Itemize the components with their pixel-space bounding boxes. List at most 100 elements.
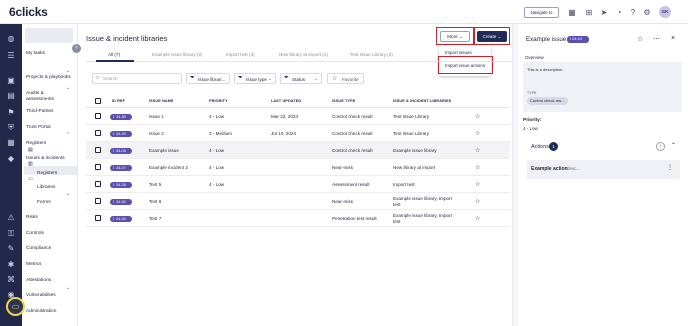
tab-all[interactable]: All (7) (108, 52, 120, 57)
org-selector[interactable] (25, 28, 73, 43)
registers-icon[interactable]: ▦ (5, 138, 17, 148)
compliance-icon[interactable]: ✎ (5, 244, 17, 254)
chevron-down-icon[interactable]: ⌄ (66, 68, 70, 74)
sidebar-item-compliance[interactable]: Compliance (26, 246, 51, 252)
sidebar-item-administration[interactable]: Administration (26, 309, 56, 315)
tasks-icon[interactable]: ☰ (5, 51, 17, 61)
sidebar-item-projects[interactable]: Projects & playbooks (26, 75, 74, 81)
send-icon[interactable]: ➤ (599, 8, 609, 17)
filter-issue-library[interactable]: ⏷ Issue librari... (186, 73, 230, 84)
sidebar-subitem-registers[interactable]: Registers (37, 171, 57, 177)
issue-name[interactable]: Issue 1 (149, 114, 164, 120)
controls-icon[interactable]: ⚿ (5, 229, 17, 239)
tab-example-issue-library[interactable]: Example issue library (2) (152, 52, 203, 57)
issues-icon[interactable]: ◆ (5, 154, 17, 164)
tab-test-issue-library[interactable]: Test Issue Library (2) (350, 52, 393, 57)
column-type[interactable]: ISSUE TYPE (332, 99, 355, 103)
row-checkbox[interactable] (95, 113, 101, 119)
star-icon[interactable]: ☆ (475, 130, 480, 137)
third-parties-icon[interactable]: ⚑ (5, 108, 17, 118)
column-library[interactable]: ISSUE & INCIDENT LIBRARIES (393, 99, 451, 103)
close-icon[interactable]: × (671, 35, 675, 42)
building-icon[interactable]: ▦ (567, 8, 577, 17)
star-icon[interactable]: ☆ (475, 198, 480, 205)
projects-icon[interactable]: ▣ (5, 76, 17, 86)
star-icon[interactable]: ☆ (637, 35, 643, 43)
issue-name[interactable]: Example issue (149, 148, 179, 154)
sidebar-subitem-forms[interactable]: Forms (37, 200, 51, 206)
row-checkbox[interactable] (95, 215, 101, 221)
table-row[interactable]: I 24-32 Test 6 Near-miss Example issue li… (86, 193, 510, 210)
sidebar-item-risks[interactable]: Risks (26, 215, 38, 221)
risks-icon[interactable]: ⚠ (5, 213, 17, 223)
column-priority[interactable]: PRIORITY (209, 99, 228, 103)
app-logo[interactable]: 6clicks (9, 5, 48, 19)
sidebar-item-third-parties[interactable]: Third-Parties (26, 109, 53, 115)
sidebar-item-attestations[interactable]: Attestations (26, 278, 51, 284)
issue-name[interactable]: Issue 2 (149, 131, 164, 137)
row-checkbox[interactable] (95, 198, 101, 204)
audits-icon[interactable]: ▤ (5, 91, 17, 101)
column-updated[interactable]: LAST UPDATED (271, 99, 301, 103)
attestations-icon[interactable]: ⌘ (5, 275, 17, 285)
avatar[interactable]: GK (659, 6, 671, 18)
collapse-sidebar-button[interactable]: ‹ (72, 44, 81, 53)
issue-name[interactable]: Example incident 3 (149, 165, 188, 171)
table-row[interactable]: I 24-04 Example issue 4 - Low Control che… (86, 142, 510, 159)
sidebar-subitem-libraries[interactable]: Libraries (37, 185, 55, 191)
star-icon[interactable]: ☆ (475, 181, 480, 188)
sidebar-item-trust-portal[interactable]: Trust Portal (26, 125, 51, 131)
star-icon[interactable]: ☆ (475, 215, 480, 222)
actions-label[interactable]: Actions (531, 144, 549, 150)
column-id[interactable]: ID REF (112, 99, 125, 103)
filter-issue-type[interactable]: ⏷ Issue type ⌄ (234, 73, 276, 84)
kebab-menu-icon[interactable]: ⋮ (667, 164, 673, 171)
sidebar-item-vulnerabilities[interactable]: Vulnerabilities (26, 293, 56, 299)
sidebar-item-audits[interactable]: Audits & assessments (26, 91, 66, 103)
help-icon[interactable]: ? (628, 8, 638, 17)
issue-name[interactable]: Test 5 (149, 182, 161, 188)
chevron-down-icon[interactable]: ⌄ (66, 85, 70, 91)
column-name[interactable]: ISSUE NAME (149, 99, 174, 103)
select-all-checkbox[interactable] (95, 98, 101, 104)
chevron-up-icon[interactable]: ⌃ (66, 132, 70, 138)
sidebar-item-metrics[interactable]: Metrics (26, 262, 41, 268)
search-input[interactable]: ⌕ Search (92, 73, 182, 84)
row-checkbox[interactable] (95, 147, 101, 153)
globe-icon[interactable]: ◍ (5, 34, 17, 44)
chevron-up-icon[interactable]: ⌃ (671, 142, 676, 149)
issue-name[interactable]: Test 7 (149, 216, 161, 222)
metrics-icon[interactable]: ✱ (5, 260, 17, 270)
sidebar-item-my-tasks[interactable]: My tasks (26, 51, 45, 57)
action-name[interactable]: Example action (531, 166, 568, 172)
table-row[interactable]: I 24-29 Issue 2 3 - Medium Jul 10, 2024 C… (86, 125, 510, 142)
star-icon[interactable]: ☆ (475, 113, 480, 120)
table-row[interactable]: I 24-30 Issue 1 4 - Low Mar 22, 2024 Cont… (86, 108, 510, 125)
issue-name[interactable]: Test 6 (149, 199, 161, 205)
filter-status[interactable]: ⏷ Status ⌄ (280, 73, 322, 84)
table-row[interactable]: I 24-34 Test 7 Penetration test result Ex… (86, 210, 510, 227)
star-icon[interactable]: ☆ (475, 164, 480, 171)
row-checkbox[interactable] (95, 181, 101, 187)
sidebar-item-controls[interactable]: Controls (26, 231, 44, 237)
navigate-to-button[interactable]: Navigate to (524, 7, 559, 18)
tab-import-test[interactable]: Import test (3) (226, 52, 255, 57)
chevron-down-icon[interactable]: ⌄ (66, 285, 70, 291)
table-row[interactable]: I 24-28 Test 5 4 - Low Assessment result … (86, 176, 510, 193)
row-checkbox[interactable] (95, 164, 101, 170)
panel-id-badge: I 24-04 (567, 36, 589, 43)
favorite-filter-button[interactable]: ☆ Favorite (327, 73, 364, 84)
settings-icon[interactable]: ⚙ (642, 8, 652, 17)
table-row[interactable]: I 24-07 Example incident 3 4 - Low Near-m… (86, 159, 510, 176)
row-checkbox[interactable] (95, 130, 101, 136)
actions-menu-button[interactable]: ‹ (656, 142, 665, 151)
chat-icon[interactable]: ▭ (6, 297, 25, 316)
grid-icon[interactable]: ⊞ (584, 8, 594, 17)
star-icon[interactable]: ☆ (475, 147, 480, 154)
tab-new-library-at-import[interactable]: New library at import (1) (279, 52, 328, 57)
id-badge: I 24-30 (110, 113, 132, 120)
bell-icon[interactable]: ◔ (614, 8, 624, 17)
more-options-icon[interactable]: ⋯ (653, 35, 660, 43)
chevron-down-icon[interactable]: ⌄ (66, 191, 70, 197)
trust-portal-icon[interactable]: ⛨ (5, 123, 17, 133)
